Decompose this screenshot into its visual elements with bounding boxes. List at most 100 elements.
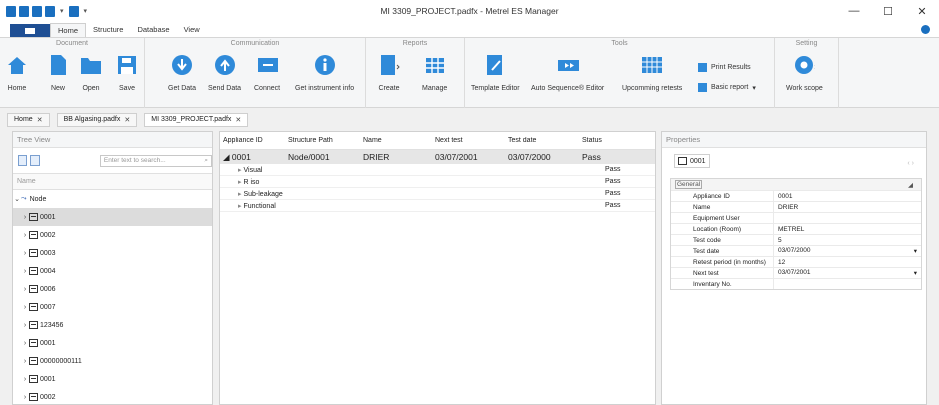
open-button[interactable]: Open <box>80 53 102 92</box>
help-icon[interactable] <box>921 25 930 34</box>
collapse-row-icon[interactable]: ◢ <box>223 152 232 162</box>
tree-root-node[interactable]: ⌄ ⤳ Node <box>13 190 212 208</box>
maximize-button[interactable]: ☐ <box>871 0 905 22</box>
property-value[interactable]: METREL <box>778 226 804 233</box>
chevron-right-icon[interactable]: › <box>21 322 29 329</box>
new-file-icon[interactable] <box>19 5 29 17</box>
tree-item[interactable]: › 123456 <box>13 316 212 334</box>
close-button[interactable]: ✕ <box>905 0 939 22</box>
manage-reports-button[interactable]: Manage <box>422 53 447 92</box>
open-folder-icon[interactable] <box>32 5 42 17</box>
report-icon[interactable] <box>68 5 79 17</box>
property-value[interactable]: 0001 <box>778 193 792 200</box>
tree-item[interactable]: › 0007 <box>13 298 212 316</box>
properties-nav-arrows[interactable]: ‹ › <box>907 160 914 167</box>
sub-row-visual[interactable]: VisualPass <box>220 164 655 176</box>
col-appliance-id[interactable]: Appliance ID <box>220 137 285 144</box>
file-menu-button[interactable] <box>10 24 50 37</box>
chevron-down-icon[interactable]: ▾ <box>914 269 917 277</box>
chevron-right-icon[interactable]: › <box>21 340 29 347</box>
doc-tab-bb-algasing[interactable]: BB Algasing.padfx ✕ <box>56 112 138 127</box>
tree-item[interactable]: › 0002 <box>13 226 212 244</box>
chevron-down-icon[interactable]: ⌄ <box>13 195 21 203</box>
col-status[interactable]: Status <box>579 137 639 144</box>
col-structure-path[interactable]: Structure Path <box>285 137 360 144</box>
chevron-right-icon[interactable]: › <box>21 304 29 311</box>
sub-row-sub-leakage[interactable]: Sub-leakagePass <box>220 188 655 200</box>
get-instrument-info-button[interactable]: Get instrument info <box>295 53 354 92</box>
chevron-right-icon[interactable]: › <box>21 214 29 221</box>
tab-view[interactable]: View <box>177 23 207 37</box>
minimize-button[interactable]: — <box>837 0 871 22</box>
sub-row-riso[interactable]: R isoPass <box>220 176 655 188</box>
property-row[interactable]: Next test 03/07/2001 ▾ <box>671 267 921 278</box>
tree-item[interactable]: › 0006 <box>13 280 212 298</box>
chevron-right-icon[interactable]: › <box>21 232 29 239</box>
chevron-right-icon[interactable]: › <box>21 286 29 293</box>
property-row[interactable]: Appliance ID 0001 <box>671 190 921 201</box>
tab-home[interactable]: Home <box>50 23 87 37</box>
close-tab-icon[interactable]: ✕ <box>235 116 241 124</box>
tree-item[interactable]: › 0001 <box>13 370 212 388</box>
col-name[interactable]: Name <box>360 137 432 144</box>
property-value[interactable]: DRIER <box>778 204 798 211</box>
table-row[interactable]: ◢ 0001 Node/0001 DRIER 03/07/2001 03/07/… <box>220 150 655 164</box>
close-tab-icon[interactable]: ✕ <box>124 116 130 124</box>
col-next-test[interactable]: Next test <box>432 137 505 144</box>
property-row[interactable]: Equipment User <box>671 212 921 223</box>
template-editor-button[interactable]: Template Editor <box>471 53 520 92</box>
chevron-right-icon[interactable]: › <box>21 268 29 275</box>
property-row[interactable]: Retest period (in months) 12 <box>671 256 921 267</box>
tab-structure[interactable]: Structure <box>86 23 130 37</box>
collapse-section-icon[interactable]: ◢ <box>908 181 913 189</box>
tree-item[interactable]: › 0001 <box>13 334 212 352</box>
property-row[interactable]: Test date 03/07/2000 ▾ <box>671 245 921 256</box>
connect-button[interactable]: Connect <box>254 53 280 92</box>
chevron-right-icon[interactable]: › <box>21 358 29 365</box>
properties-tab[interactable]: 0001 <box>674 154 710 168</box>
tree-item[interactable]: › 0002 <box>13 388 212 404</box>
customize-arrow-icon[interactable]: ▾ <box>84 7 88 15</box>
tab-database[interactable]: Database <box>130 23 176 37</box>
save-button[interactable]: Save <box>116 53 138 92</box>
chevron-down-icon[interactable]: ▾ <box>914 247 917 255</box>
chevron-right-icon[interactable]: › <box>21 394 29 401</box>
property-value[interactable]: 03/07/2000 <box>778 247 811 255</box>
doc-tab-mi3309-project[interactable]: MI 3309_PROJECT.padfx ✕ <box>144 112 249 127</box>
tree-item[interactable]: › 0001 <box>13 208 212 226</box>
doc-tab-home[interactable]: Home ✕ <box>7 112 50 127</box>
tree-search-input[interactable]: Enter text to search... ⌕ <box>99 154 212 167</box>
tree-item[interactable]: › 0004 <box>13 262 212 280</box>
property-value[interactable]: 03/07/2001 <box>778 269 811 277</box>
upcoming-retests-button[interactable]: Upcomming retests <box>622 53 682 92</box>
property-value[interactable]: 5 <box>778 237 782 244</box>
chevron-right-icon[interactable]: › <box>21 250 29 257</box>
print-results-button[interactable]: Print Results <box>698 63 751 72</box>
property-row[interactable]: Name DRIER <box>671 201 921 212</box>
property-section-general[interactable]: General ◢ <box>671 179 921 190</box>
send-data-button[interactable]: Send Data <box>208 53 241 92</box>
create-report-button[interactable]: Create <box>378 53 400 92</box>
auto-sequence-editor-button[interactable]: Auto Sequence® Editor <box>531 53 604 92</box>
close-tab-icon[interactable]: ✕ <box>37 116 43 124</box>
tree-item[interactable]: › 0003 <box>13 244 212 262</box>
col-test-date[interactable]: Test date <box>505 137 579 144</box>
chevron-right-icon[interactable]: › <box>21 376 29 383</box>
property-row[interactable]: Location (Room) METREL <box>671 223 921 234</box>
property-key: Inventary No. <box>671 279 774 289</box>
basic-report-dropdown[interactable]: Basic report ▾ <box>698 83 756 92</box>
property-row[interactable]: Test code 5 <box>671 234 921 245</box>
work-scope-button[interactable]: Work scope <box>786 53 823 92</box>
sub-row-functional[interactable]: FunctionalPass <box>220 200 655 212</box>
home-button[interactable]: Home <box>6 53 28 92</box>
dropdown-arrow-icon[interactable]: ▾ <box>60 7 64 15</box>
new-button[interactable]: New <box>47 53 69 92</box>
tree-item[interactable]: › 00000000111 <box>13 352 212 370</box>
collapse-all-icon[interactable] <box>30 155 40 166</box>
expand-all-icon[interactable] <box>18 155 28 166</box>
property-value[interactable]: 12 <box>778 259 785 266</box>
get-data-button[interactable]: Get Data <box>168 53 196 92</box>
tree-column-header[interactable]: Name <box>13 174 212 190</box>
property-row[interactable]: Inventary No. <box>671 278 921 289</box>
save-icon[interactable] <box>45 5 55 17</box>
